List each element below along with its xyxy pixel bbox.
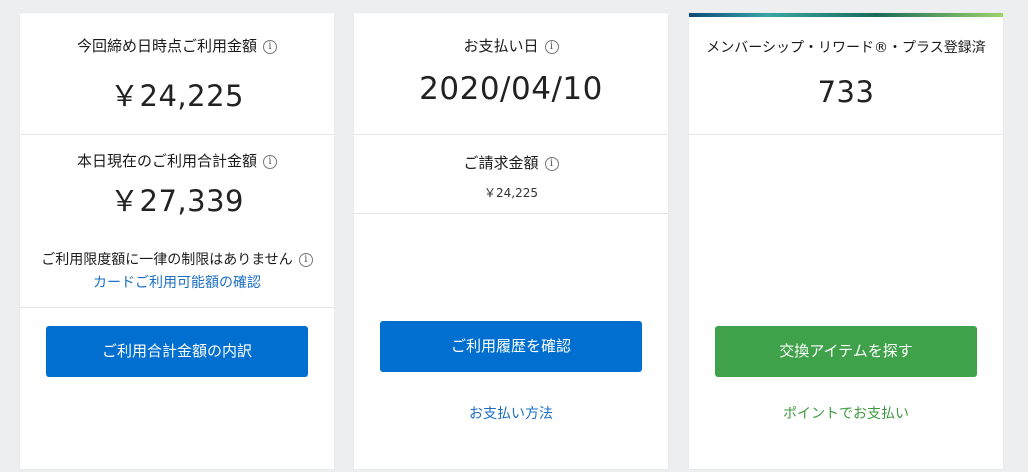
find-exchange-items-button[interactable]: 交換アイテムを探す xyxy=(715,326,977,377)
limit-note-text: ご利用限度額に一律の制限はありません xyxy=(41,252,293,268)
payment-card: お支払い日 i 2020/04/10 ご請求金額 i ￥24,225 ご利用履歴を確… xyxy=(354,13,668,469)
limit-note-section: ご利用限度額に一律の制限はありません i xyxy=(20,249,334,269)
info-icon[interactable]: i xyxy=(544,39,559,54)
divider xyxy=(354,213,668,214)
billing-usage-section: 今回締め日時点ご利用金額 i xyxy=(20,35,334,56)
info-icon[interactable]: i xyxy=(544,156,559,171)
info-icon[interactable]: i xyxy=(263,154,277,169)
accent-bar xyxy=(689,13,1003,17)
billed-amount-value: ￥24,225 xyxy=(484,186,538,200)
divider xyxy=(20,134,334,135)
payment-date-section: お支払い日 i xyxy=(354,35,668,56)
billed-amount-section: ご請求金額 i xyxy=(354,152,668,173)
today-usage-section: 本日現在のご利用合計金額 i xyxy=(20,150,334,171)
billing-usage-label: 今回締め日時点ご利用金額 xyxy=(76,37,257,55)
payment-method-link[interactable]: お支払い方法 xyxy=(469,406,553,422)
check-available-credit-link[interactable]: カードご利用可能額の確認 xyxy=(93,275,261,291)
pay-with-points-link[interactable]: ポイントでお支払い xyxy=(783,406,909,422)
current-usage-card: 今回締め日時点ご利用金額 i ￥24,225 本日現在のご利用合計金額 i ￥27,… xyxy=(20,13,334,469)
payment-date-label: お支払い日 xyxy=(463,37,539,55)
divider xyxy=(20,307,334,308)
usage-breakdown-button[interactable]: ご利用合計金額の内訳 xyxy=(46,326,308,377)
divider xyxy=(354,134,668,135)
payment-date-value: 2020/04/10 xyxy=(419,71,603,107)
divider xyxy=(689,134,1003,135)
reward-points-value: 733 xyxy=(817,75,875,109)
rewards-program-label: メンバーシップ・リワード®・プラス登録済 xyxy=(706,40,986,56)
billed-amount-label: ご請求金額 xyxy=(463,154,539,172)
view-history-button[interactable]: ご利用履歴を確認 xyxy=(380,321,642,372)
info-icon[interactable]: i xyxy=(298,252,313,267)
rewards-card: メンバーシップ・リワード®・プラス登録済 733 交換アイテムを探す ポイントで… xyxy=(689,13,1003,469)
billing-usage-amount: ￥24,225 xyxy=(110,79,244,113)
today-usage-label: 本日現在のご利用合計金額 xyxy=(76,152,257,170)
today-usage-amount: ￥27,339 xyxy=(110,184,244,218)
info-icon[interactable]: i xyxy=(263,39,277,54)
